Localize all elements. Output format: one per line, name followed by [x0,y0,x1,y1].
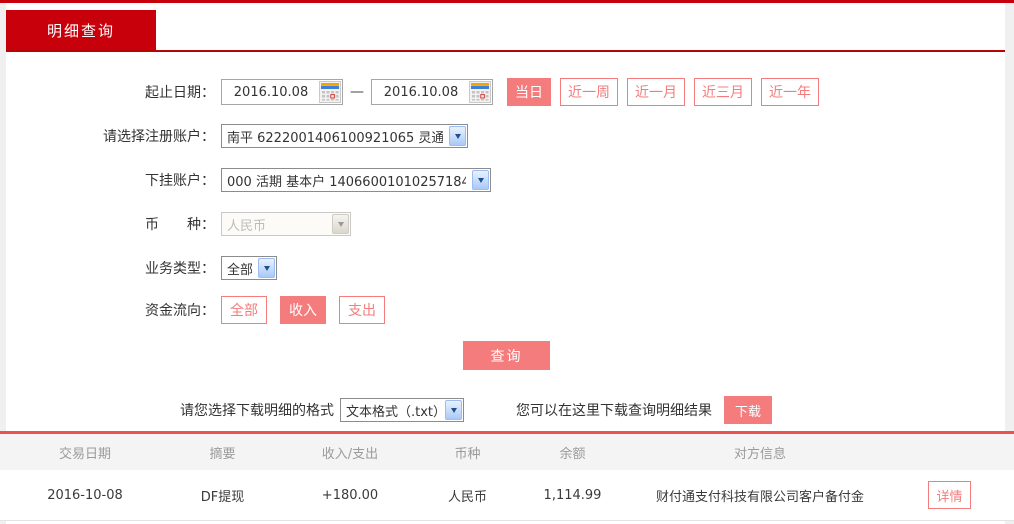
date-range-row: 起止日期： 2016.10.08 — 2016.10.08 当日 近一周 近一月… [6,78,1005,106]
cell-currency: 人民币 [447,489,487,505]
chevron-down-icon [449,126,466,146]
chevron-down-icon [258,258,275,278]
quick-range-week[interactable]: 近一周 [560,78,618,106]
business-type-select[interactable]: 全部 [221,256,277,280]
date-range-label: 起止日期： [145,85,215,101]
download-format-label: 请您选择下载明细的格式 [180,403,334,419]
tab-underline [6,50,1005,52]
calendar-icon[interactable] [319,81,341,103]
currency-value: 人民币 [227,218,267,234]
start-date-field [221,79,343,105]
sub-account-select[interactable]: 000 活期 基本户 140660010102571848 [221,168,491,192]
column-header-amount: 收入/支出 [321,446,379,462]
column-header-balance: 余额 [559,446,586,462]
chevron-down-icon [332,214,349,234]
column-header-summary: 摘要 [209,446,236,462]
table-row: 2016-10-08 DF提现 +180.00 人民币 1,114.99 财付通… [0,470,1014,521]
column-header-currency: 币种 [454,446,481,462]
chevron-down-icon [445,400,462,420]
end-date-input[interactable] [373,84,469,100]
fund-flow-row: 资金流向： 全部 收入 支出 [6,296,1005,324]
download-button[interactable]: 下载 [724,396,772,424]
detail-button[interactable]: 详情 [928,481,971,509]
registered-account-label: 请选择注册账户： [103,129,215,145]
currency-label: 币 种： [145,217,215,233]
business-type-value: 全部 [227,262,252,278]
registered-account-row: 请选择注册账户： 南平 6222001406100921065 灵通卡 [6,122,1005,150]
registered-account-value: 南平 6222001406100921065 灵通卡 [227,130,443,146]
download-row: 请您选择下载明细的格式 文本格式（.txt） 您可以在这里下载查询明细结果 下载 [6,396,1005,424]
sub-account-label: 下挂账户： [145,173,215,189]
end-date-field [371,79,493,105]
fund-flow-all[interactable]: 全部 [221,296,267,324]
download-format-select[interactable]: 文本格式（.txt） [340,398,464,422]
query-button[interactable]: 查询 [463,341,550,370]
table-header: 交易日期 摘要 收入/支出 币种 余额 对方信息 [0,434,1014,470]
fund-flow-label: 资金流向： [145,303,215,319]
cell-date: 2016-10-08 [47,487,123,503]
quick-range-year[interactable]: 近一年 [761,78,819,106]
currency-select: 人民币 [221,212,351,236]
cell-counterparty: 财付通支付科技有限公司客户备付金 [655,489,864,505]
tab-detail-query[interactable]: 明细查询 [6,10,156,50]
cell-summary: DF提现 [200,489,245,505]
column-header-counterparty: 对方信息 [733,446,786,462]
registered-account-select[interactable]: 南平 6222001406100921065 灵通卡 [221,124,468,148]
business-type-row: 业务类型： 全部 [6,254,1005,282]
date-separator: — [350,84,364,100]
cell-action: 详情 [885,481,1014,509]
start-date-input[interactable] [223,84,319,100]
sub-account-row: 下挂账户： 000 活期 基本户 140660010102571848 [6,166,1005,194]
calendar-icon[interactable] [469,81,491,103]
download-format-value: 文本格式（.txt） [346,404,439,420]
currency-row: 币 种： 人民币 [6,210,1005,238]
quick-range-3months[interactable]: 近三月 [694,78,752,106]
fund-flow-income[interactable]: 收入 [280,296,326,324]
quick-range-today[interactable]: 当日 [507,78,551,106]
quick-range-month[interactable]: 近一月 [627,78,685,106]
download-hint: 您可以在这里下载查询明细结果 [516,403,712,419]
column-header-date: 交易日期 [58,446,111,462]
chevron-down-icon [472,170,489,190]
sub-account-value: 000 活期 基本户 140660010102571848 [227,174,466,190]
fund-flow-expense[interactable]: 支出 [339,296,385,324]
cell-balance: 1,114.99 [543,487,602,503]
business-type-label: 业务类型： [145,261,215,277]
cell-amount: +180.00 [321,487,379,503]
